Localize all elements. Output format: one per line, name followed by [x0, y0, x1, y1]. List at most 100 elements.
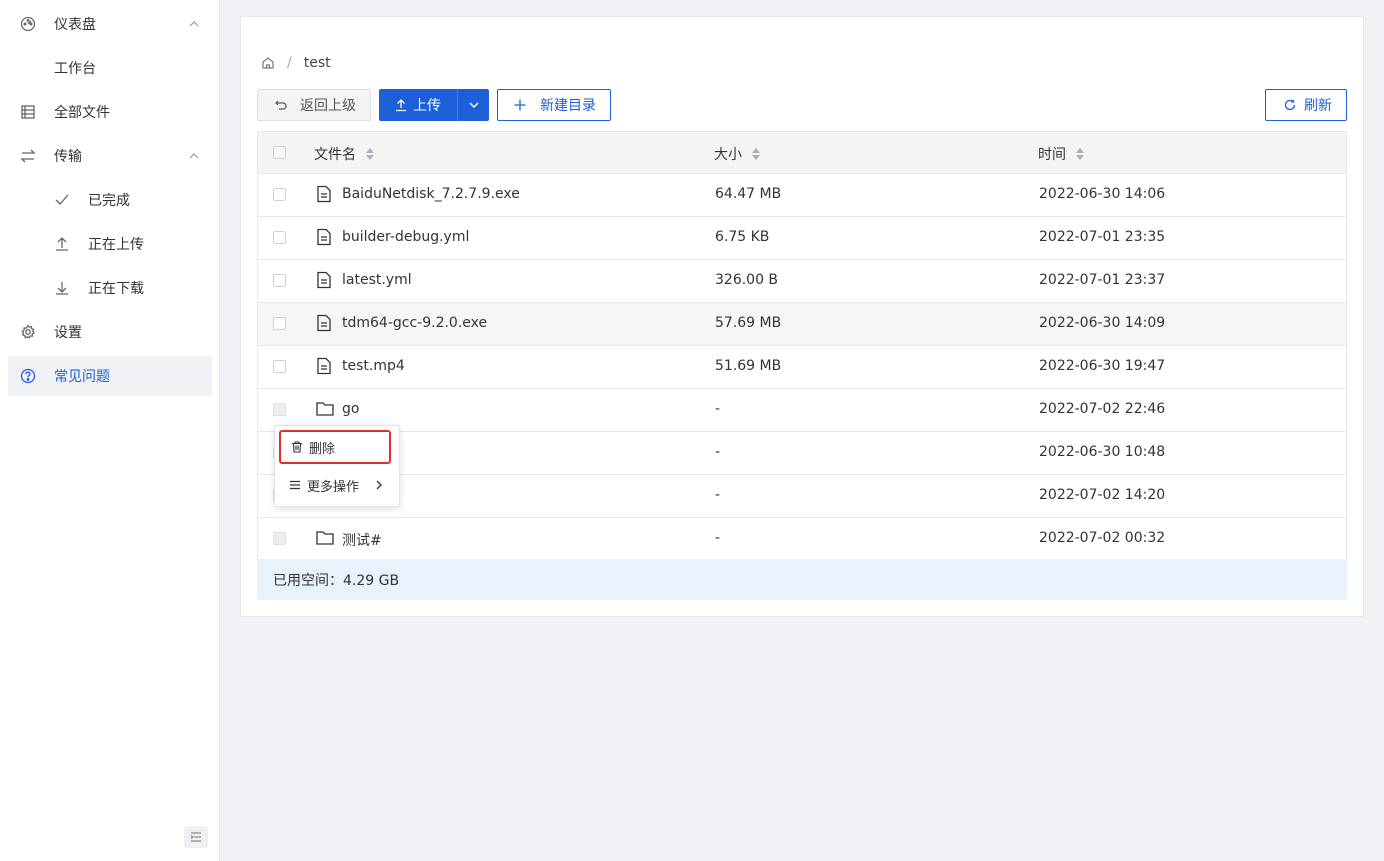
file-size: 6.75 KB	[715, 229, 770, 245]
row-checkbox[interactable]	[273, 231, 286, 244]
column-header-time[interactable]: 时间	[1038, 144, 1084, 164]
refresh-button[interactable]: 刷新	[1265, 89, 1347, 121]
table-row[interactable]: go - 2022-07-02 22:46	[258, 389, 1346, 432]
sidebar-item-dashboard[interactable]: 仪表盘	[8, 4, 212, 44]
file-time: 2022-07-01 23:37	[1039, 272, 1166, 288]
menu-fold-icon	[190, 832, 201, 842]
used-space-bar: 已用空间：4.29 GB	[257, 559, 1347, 600]
upload-icon	[395, 98, 407, 112]
table-header: 文件名 大小 时间	[258, 132, 1346, 174]
sidebar-item-label: 正在上传	[88, 237, 144, 253]
new-directory-label: 新建目录	[540, 98, 596, 114]
file-name[interactable]: 测试#	[342, 530, 382, 550]
file-time: 2022-07-02 22:46	[1039, 401, 1166, 417]
row-checkbox[interactable]	[273, 403, 286, 416]
table-row[interactable]: - 2022-07-02 14:20	[258, 475, 1346, 518]
table-row[interactable]: BaiduNetdisk_7.2.7.9.exe 64.47 MB 2022-06-…	[258, 174, 1346, 217]
column-header-size[interactable]: 大小	[714, 144, 760, 164]
delete-menu-item[interactable]: 删除	[279, 430, 391, 464]
file-list-icon	[20, 104, 36, 120]
breadcrumb-separator: /	[287, 55, 292, 71]
upload-button[interactable]: 上传	[379, 89, 457, 121]
table-row[interactable]: latest.yml 326.00 B 2022-07-01 23:37	[258, 260, 1346, 303]
file-name[interactable]: go	[342, 401, 359, 417]
file-time: 2022-06-30 14:09	[1039, 315, 1166, 331]
file-size: 64.47 MB	[715, 186, 782, 202]
select-all-checkbox[interactable]	[273, 146, 286, 159]
sidebar-item-label: 正在下载	[88, 281, 144, 297]
check-icon	[54, 192, 70, 208]
table-row[interactable]: builder-debug.yml 6.75 KB 2022-07-01 23:35	[258, 217, 1346, 260]
home-icon[interactable]	[261, 56, 275, 70]
sidebar-item-workbench[interactable]: 工作台	[8, 48, 212, 88]
table-row[interactable]: 测试# - 2022-07-02 00:32	[258, 518, 1346, 561]
transfer-icon	[20, 148, 36, 164]
table-row[interactable]: test.mp4 51.69 MB 2022-06-30 19:47	[258, 346, 1346, 389]
file-icon	[316, 185, 332, 203]
download-icon	[54, 280, 70, 296]
back-button-label: 返回上级	[300, 98, 356, 114]
sidebar-item-downloading[interactable]: 正在下载	[8, 268, 212, 308]
breadcrumb-current[interactable]: test	[304, 55, 331, 71]
upload-dropdown-button[interactable]	[457, 89, 489, 121]
file-name[interactable]: tdm64-gcc-9.2.0.exe	[342, 315, 487, 331]
chevron-up-icon	[188, 150, 200, 162]
back-button[interactable]: 返回上级	[257, 89, 371, 121]
plus-icon	[514, 99, 526, 111]
file-time: 2022-07-02 00:32	[1039, 530, 1166, 546]
trash-icon	[291, 441, 303, 453]
row-checkbox[interactable]	[273, 360, 286, 373]
file-icon	[316, 314, 332, 332]
refresh-icon	[1284, 99, 1296, 111]
chevron-right-icon	[375, 479, 383, 491]
row-checkbox[interactable]	[273, 274, 286, 287]
more-actions-menu-item[interactable]: 更多操作	[279, 469, 395, 501]
sidebar-item-faq[interactable]: 常见问题	[8, 356, 212, 396]
sidebar-item-all-files[interactable]: 全部文件	[8, 92, 212, 132]
sidebar-item-uploading[interactable]: 正在上传	[8, 224, 212, 264]
table-row[interactable]: g-2022-06-30 10:48	[258, 432, 1346, 475]
undo-icon	[274, 98, 288, 112]
sort-icon[interactable]	[1076, 148, 1084, 160]
file-size: 326.00 B	[715, 272, 779, 288]
file-name[interactable]: builder-debug.yml	[342, 229, 469, 245]
file-size: -	[715, 401, 721, 417]
file-name[interactable]: test.mp4	[342, 358, 405, 374]
sidebar-item-label: 仪表盘	[54, 17, 96, 33]
sidebar-item-label: 工作台	[54, 61, 96, 77]
row-checkbox[interactable]	[273, 188, 286, 201]
sidebar: 仪表盘 工作台 全部文件 传输 已完成 正在上传 正在下载 设置 常见问题	[0, 0, 220, 861]
question-icon	[20, 368, 36, 384]
file-name[interactable]: latest.yml	[342, 272, 412, 288]
sort-icon[interactable]	[366, 148, 374, 160]
file-time: 2022-06-30 14:06	[1039, 186, 1166, 202]
chevron-down-icon	[469, 102, 478, 108]
sidebar-item-label: 已完成	[88, 193, 130, 209]
refresh-button-label: 刷新	[1304, 98, 1332, 114]
file-name[interactable]: BaiduNetdisk_7.2.7.9.exe	[342, 186, 520, 202]
folder-icon	[316, 401, 334, 417]
column-header-name[interactable]: 文件名	[314, 144, 374, 164]
file-icon	[316, 228, 332, 246]
file-icon	[316, 271, 332, 289]
context-menu: 删除 更多操作	[274, 425, 400, 507]
table-row[interactable]: tdm64-gcc-9.2.0.exe 57.69 MB 2022-06-30 14…	[258, 303, 1346, 346]
gear-icon	[20, 324, 36, 340]
row-checkbox[interactable]	[273, 317, 286, 330]
file-icon	[316, 357, 332, 375]
file-size: -	[715, 530, 721, 546]
folder-icon	[316, 530, 334, 546]
file-time: 2022-07-01 23:35	[1039, 229, 1166, 245]
file-size: 51.69 MB	[715, 358, 782, 374]
breadcrumb: / test	[261, 53, 331, 73]
upload-button-label: 上传	[413, 98, 441, 114]
new-directory-button[interactable]: 新建目录	[497, 89, 611, 121]
sidebar-item-transfer[interactable]: 传输	[8, 136, 212, 176]
sidebar-item-completed[interactable]: 已完成	[8, 180, 212, 220]
row-checkbox[interactable]	[273, 532, 286, 545]
sort-icon[interactable]	[752, 148, 760, 160]
file-manager-card: / test 返回上级 上传 新建目录 刷新 文件名 大小 时间 BaiduNe…	[240, 16, 1364, 617]
upload-icon	[54, 236, 70, 252]
collapse-sidebar-button[interactable]	[184, 826, 208, 848]
sidebar-item-settings[interactable]: 设置	[8, 312, 212, 352]
